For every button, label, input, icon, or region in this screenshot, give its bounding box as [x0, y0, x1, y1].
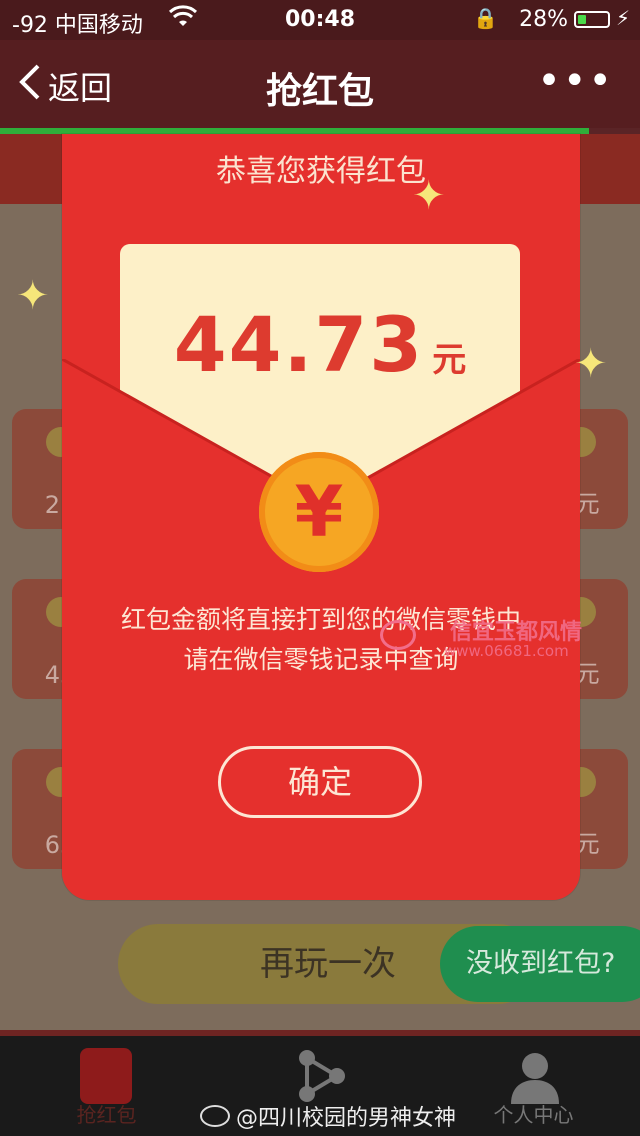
- status-bar: -92 中国移动 00:48 🔒 28% ⚡: [0, 0, 640, 40]
- congrats-title: 恭喜您获得红包: [216, 154, 426, 189]
- more-menu-icon[interactable]: •••: [537, 58, 614, 104]
- weibo-icon: [200, 1105, 230, 1127]
- not-received-button[interactable]: 没收到红包?: [440, 926, 640, 1002]
- red-packet-modal: 恭喜您获得红包 44.73 元 ¥ 红包金额将直接打到您的微信零钱中 请在微信零钱…: [62, 134, 580, 900]
- weibo-credit: @四川校园的男神女神: [200, 1100, 456, 1132]
- battery-icon: [574, 11, 610, 28]
- weibo-handle: @四川校园的男神女神: [236, 1106, 457, 1131]
- charging-icon: ⚡: [615, 6, 630, 30]
- tab-personal-center[interactable]: 个人中心: [427, 1036, 640, 1136]
- currency-symbol: ¥: [294, 471, 344, 553]
- battery-percent: 28%: [519, 7, 568, 32]
- nav-bar: 返回 抢红包 •••: [0, 40, 640, 128]
- person-icon: [511, 1053, 559, 1104]
- site-watermark: 信宜玉都风情 www.06681.com: [380, 614, 590, 666]
- share-icon: [299, 1050, 345, 1102]
- star-icon: ✦: [574, 341, 608, 387]
- watermark-url: www.06681.com: [444, 642, 569, 660]
- red-packet-icon: [80, 1048, 132, 1104]
- tab-label: 个人中心: [493, 1103, 574, 1127]
- watermark-logo-icon: [380, 620, 416, 650]
- yen-coin-icon: ¥: [259, 452, 379, 572]
- tab-grab-red-packet[interactable]: 抢红包: [0, 1036, 213, 1136]
- star-icon: ✦: [412, 173, 446, 219]
- confirm-button[interactable]: 确定: [218, 746, 422, 818]
- star-icon: ✦: [16, 273, 50, 319]
- battery-fill: [578, 15, 586, 24]
- tab-label: 抢红包: [76, 1103, 137, 1127]
- rotation-lock-icon: 🔒: [473, 6, 498, 30]
